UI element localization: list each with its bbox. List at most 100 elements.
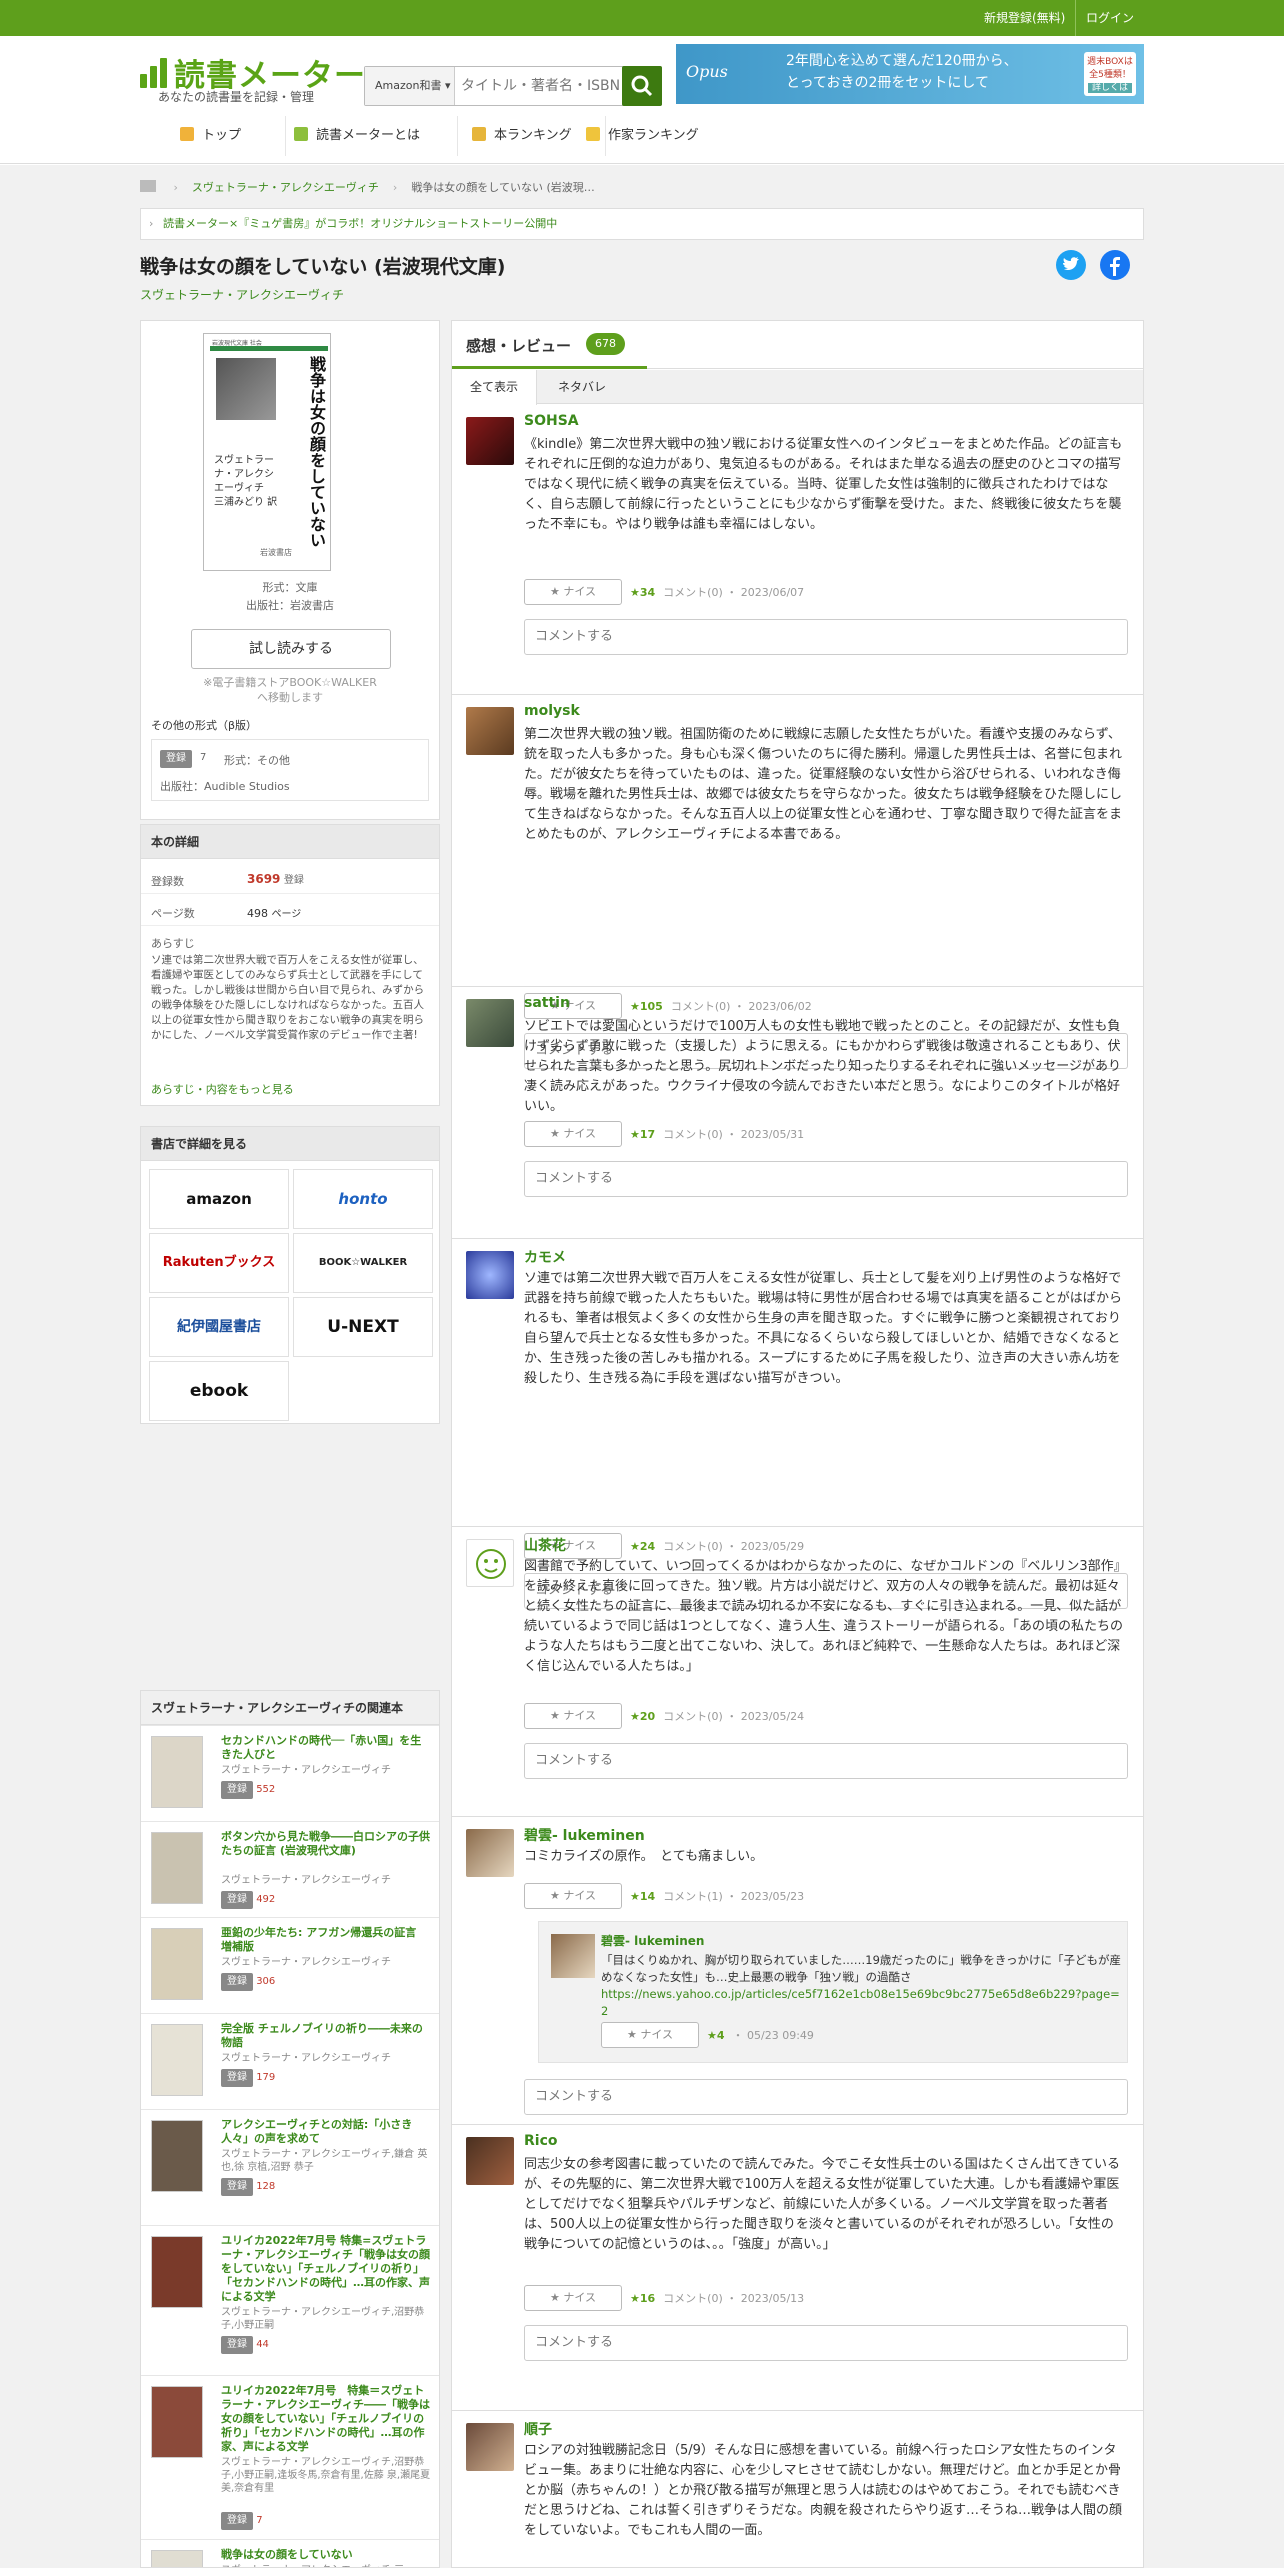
- nice-button[interactable]: ★ ナイス: [524, 579, 622, 605]
- review-meta[interactable]: コメント(0) ・ 2023/05/24: [663, 1710, 804, 1723]
- review-item: 順子ロシアの対独戦勝記念日（5/9）そんな日に感想を書いている。前線へ行ったロシ…: [452, 2411, 1143, 2567]
- review-username[interactable]: molysk: [524, 703, 580, 719]
- nav-top[interactable]: トップ: [180, 116, 286, 156]
- related-book-count: 128: [256, 2181, 276, 2192]
- review-username[interactable]: 碧雲- lukeminen: [524, 1825, 645, 1845]
- tab-all[interactable]: 全て表示: [452, 370, 538, 405]
- search-button[interactable]: [622, 66, 662, 106]
- nice-button[interactable]: ★ ナイス: [524, 1883, 622, 1909]
- user-avatar[interactable]: [466, 2423, 514, 2471]
- related-book-thumbnail[interactable]: [151, 1928, 203, 2000]
- related-book-author: スヴェトラーナ・アレクシエーヴィチ: [221, 1765, 391, 1776]
- user-avatar[interactable]: [466, 999, 514, 1047]
- register-link[interactable]: 新規登録(無料): [974, 0, 1077, 36]
- review-meta[interactable]: コメント(0) ・ 2023/05/13: [663, 2292, 804, 2305]
- nice-button[interactable]: ★ ナイス: [601, 2022, 699, 2048]
- reg-badge: 登録: [221, 2336, 253, 2354]
- store-rakuten[interactable]: Rakutenブックス: [149, 1233, 289, 1293]
- related-book-thumbnail[interactable]: [151, 1832, 203, 1904]
- search-input[interactable]: [461, 71, 621, 101]
- store-unext[interactable]: U-NEXT: [293, 1297, 433, 1357]
- review-username[interactable]: カモメ: [524, 1247, 566, 1267]
- review-username[interactable]: sattin: [524, 995, 570, 1011]
- review-actions: ★ ナイス ★20 コメント(0) ・ 2023/05/24: [524, 1703, 804, 1729]
- breadcrumb-author[interactable]: スヴェトラーナ・アレクシエーヴィチ: [192, 181, 379, 194]
- ad-banner[interactable]: Opus 2年間心を込めて選んだ120冊から、 とっておきの2冊をセットにして 週…: [676, 44, 1144, 104]
- review-meta[interactable]: コメント(0) ・ 2023/06/07: [663, 586, 804, 599]
- user-avatar[interactable]: [466, 707, 514, 755]
- review-username[interactable]: SOHSA: [524, 413, 579, 429]
- login-link[interactable]: ログイン: [1076, 0, 1144, 36]
- trial-read-button[interactable]: 試し読みする: [191, 629, 391, 669]
- related-book-title[interactable]: ユリイカ2022年7月号 特集=スヴェトラーナ・アレクシエーヴィチ「戦争は女の顔…: [221, 2234, 431, 2304]
- nav-author-ranking[interactable]: 作家ランキング: [586, 116, 726, 156]
- book-author-link[interactable]: スヴェトラーナ・アレクシエーヴィチ: [140, 286, 344, 303]
- breadcrumb-home-icon[interactable]: [140, 180, 156, 192]
- store-honto[interactable]: honto: [293, 1169, 433, 1229]
- chevron-right-icon: ›: [149, 217, 154, 230]
- related-book-item[interactable]: セカンドハンドの時代──「赤い国」を生きた人びとスヴェトラーナ・アレクシエーヴィ…: [141, 1725, 439, 1821]
- review-item: SOHSA 《kindle》第二次世界大戦中の独ソ戦における従軍女性へのインタビュ…: [452, 405, 1143, 695]
- review-username[interactable]: 順子: [524, 2419, 552, 2439]
- facebook-share-icon[interactable]: [1100, 250, 1130, 280]
- comment-input[interactable]: コメントする: [524, 1161, 1128, 1197]
- review-meta[interactable]: コメント(1) ・ 2023/05/23: [663, 1890, 804, 1903]
- book-details-panel: 本の詳細 登録数 3699 登録 ページ数 498 ページ あらすじ ソ連では第…: [140, 824, 440, 1106]
- nice-button[interactable]: ★ ナイス: [524, 2285, 622, 2311]
- related-book-count: 306: [256, 1976, 276, 1987]
- nice-button[interactable]: ★ ナイス: [524, 1703, 622, 1729]
- store-amazon[interactable]: amazon: [149, 1169, 289, 1229]
- related-book-item[interactable]: 亜鉛の少年たち: アフガン帰還兵の証言 増補版 スヴェトラーナ・アレクシエーヴィチ…: [141, 1917, 439, 2013]
- related-book-title[interactable]: 完全版 チェルノブイリの祈り――未来の物語: [221, 2022, 431, 2050]
- review-actions: ★ ナイス ★17 コメント(0) ・ 2023/05/31: [524, 1121, 804, 1147]
- related-book-title[interactable]: ユリイカ2022年7月号 特集＝スヴェトラーナ・アレクシエーヴィチ――「戦争は女…: [221, 2384, 431, 2454]
- comment-input[interactable]: コメントする: [524, 2325, 1128, 2361]
- site-logo[interactable]: 読書メーター あなたの読書量を記録・管理: [140, 50, 365, 104]
- notice-banner[interactable]: › 読書メーター×『ミュゲ書房』がコラボ！オリジナルショートストーリー公開中: [140, 208, 1144, 240]
- related-book-title[interactable]: セカンドハンドの時代──「赤い国」を生きた人びと: [221, 1734, 431, 1762]
- related-book-item[interactable]: 完全版 チェルノブイリの祈り――未来の物語 スヴェトラーナ・アレクシエーヴィチ 登録…: [141, 2013, 439, 2109]
- book-cover[interactable]: 岩波現代文庫 社会 戦争は女の顔をしていない スヴェトラーナ・アレクシエーヴィチ…: [203, 333, 331, 571]
- related-book-thumbnail[interactable]: [151, 1736, 203, 1808]
- related-book-thumbnail[interactable]: [151, 2386, 203, 2458]
- related-book-item[interactable]: 戦争は女の顔をしていないスヴェトラーナ・アレクシエーヴィチ,三: [141, 2539, 439, 2567]
- user-avatar[interactable]: [466, 417, 514, 465]
- nav-about[interactable]: 読書メーターとは: [294, 116, 458, 156]
- user-avatar[interactable]: [466, 1539, 514, 1587]
- comment-input[interactable]: コメントする: [524, 2079, 1128, 2115]
- related-book-item[interactable]: ユリイカ2022年7月号 特集＝スヴェトラーナ・アレクシエーヴィチ――「戦争は女…: [141, 2375, 439, 2539]
- related-book-thumbnail[interactable]: [151, 2120, 203, 2192]
- review-item: Rico 同志少女の参考図書に載っていたので読んでみた。今でこそ女性兵士のいる国は…: [452, 2125, 1143, 2411]
- review-text: ロシアの対独戦勝記念日（5/9）そんな日に感想を書いている。前線へ行ったロシア女…: [524, 2443, 1123, 2538]
- review-username[interactable]: 山茶花: [524, 1535, 566, 1555]
- related-book-title[interactable]: 亜鉛の少年たち: アフガン帰還兵の証言 増補版: [221, 1926, 431, 1954]
- tab-spoiler[interactable]: ネタバレ: [540, 370, 624, 404]
- related-book-thumbnail[interactable]: [151, 2236, 203, 2308]
- comment-input[interactable]: コメントする: [524, 619, 1128, 655]
- nice-button[interactable]: ★ ナイス: [524, 1121, 622, 1147]
- user-avatar[interactable]: [466, 1829, 514, 1877]
- related-book-title[interactable]: ボタン穴から見た戦争――白ロシアの子供たちの証言 (岩波現代文庫): [221, 1830, 431, 1858]
- related-book-title[interactable]: アレクシエーヴィチとの対話:「小さき人々」の声を求めて: [221, 2118, 431, 2146]
- related-book-title[interactable]: 戦争は女の顔をしていない: [221, 2548, 431, 2562]
- reply-username[interactable]: 碧雲- lukeminen: [601, 1932, 704, 1949]
- user-avatar[interactable]: [466, 2137, 514, 2185]
- user-avatar[interactable]: [466, 1251, 514, 1299]
- related-book-item[interactable]: ユリイカ2022年7月号 特集=スヴェトラーナ・アレクシエーヴィチ「戦争は女の顔…: [141, 2225, 439, 2375]
- related-book-thumbnail[interactable]: [151, 2024, 203, 2096]
- reply-avatar[interactable]: [551, 1934, 595, 1978]
- review-username[interactable]: Rico: [524, 2133, 558, 2149]
- reply-link[interactable]: https://news.yahoo.co.jp/articles/ce5f71…: [601, 1986, 1123, 2020]
- review-meta[interactable]: コメント(0) ・ 2023/05/31: [663, 1128, 804, 1141]
- twitter-share-icon[interactable]: [1056, 250, 1086, 280]
- store-ebookjapan[interactable]: ebook: [149, 1361, 289, 1421]
- related-book-item[interactable]: ボタン穴から見た戦争――白ロシアの子供たちの証言 (岩波現代文庫) スヴェトラーナ…: [141, 1821, 439, 1917]
- store-kinokuniya[interactable]: 紀伊國屋書店: [149, 1297, 289, 1357]
- store-bookwalker[interactable]: BOOK☆WALKER: [293, 1233, 433, 1293]
- related-book-thumbnail[interactable]: [151, 2550, 203, 2567]
- related-book-item[interactable]: アレクシエーヴィチとの対話:「小さき人々」の声を求めて スヴェトラーナ・アレクシエ…: [141, 2109, 439, 2225]
- search-category-select[interactable]: Amazon和書 ▾: [365, 67, 455, 105]
- other-format-card[interactable]: 登録 7 形式：その他 出版社：Audible Studios: [151, 739, 429, 801]
- synopsis-more-link[interactable]: あらすじ・内容をもっと見る: [151, 1081, 294, 1097]
- comment-input[interactable]: コメントする: [524, 1743, 1128, 1779]
